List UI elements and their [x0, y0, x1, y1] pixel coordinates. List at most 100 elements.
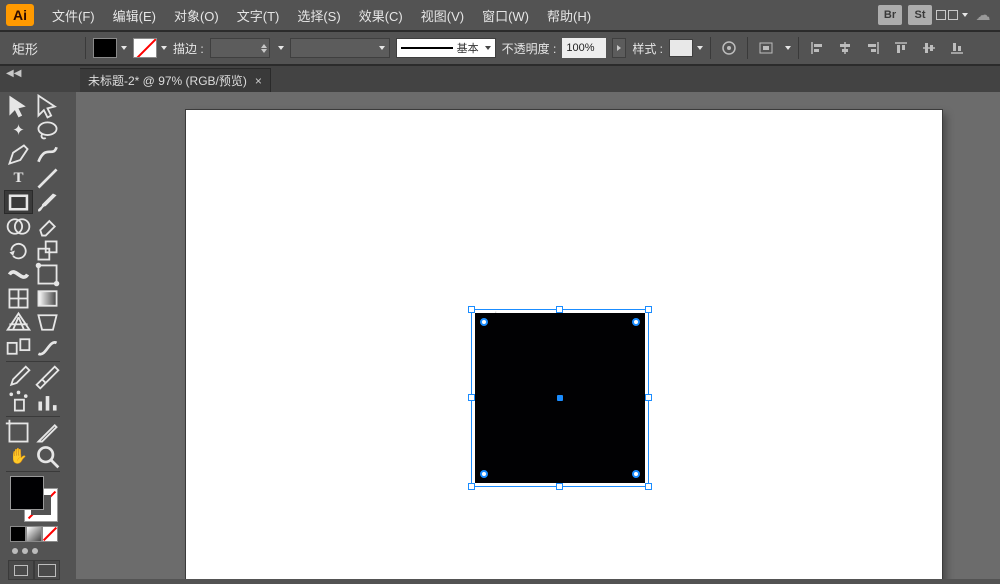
- corner-widget-sw[interactable]: [480, 470, 488, 478]
- gradient-tool[interactable]: [33, 286, 62, 310]
- align-vcenter-icon[interactable]: [918, 38, 940, 58]
- separator: [747, 37, 748, 59]
- column-graph-tool[interactable]: [33, 389, 62, 413]
- perspective-grid-tool[interactable]: [4, 310, 33, 334]
- align-bottom-icon[interactable]: [946, 38, 968, 58]
- none-mode[interactable]: [42, 526, 58, 542]
- stroke-weight-input[interactable]: [210, 38, 270, 58]
- resize-handle-e[interactable]: [645, 394, 652, 401]
- sync-icon[interactable]: ☁: [970, 6, 996, 24]
- separator: [710, 37, 711, 59]
- corner-widget-ne[interactable]: [632, 318, 640, 326]
- corner-widget-nw[interactable]: [480, 318, 488, 326]
- pen-tool[interactable]: [4, 142, 33, 166]
- blend-tool[interactable]: [4, 334, 33, 358]
- magic-wand-tool[interactable]: ✦: [4, 118, 33, 142]
- menu-select[interactable]: 选择(S): [289, 2, 348, 29]
- curvature-tool[interactable]: [33, 142, 62, 166]
- draw-behind-icon[interactable]: [22, 548, 28, 554]
- tool-separator: [6, 471, 60, 472]
- symbol-sprayer-tool[interactable]: [4, 389, 33, 413]
- selection-tool[interactable]: [4, 94, 33, 118]
- fill-stroke-indicator[interactable]: [10, 476, 58, 522]
- menu-type[interactable]: 文字(T): [229, 2, 288, 29]
- menu-effect[interactable]: 效果(C): [351, 2, 411, 29]
- align-right-icon[interactable]: [862, 38, 884, 58]
- main-area: ✦ T: [0, 92, 1000, 579]
- opacity-more[interactable]: [612, 38, 626, 58]
- screen-mode-normal[interactable]: [8, 560, 34, 580]
- menu-help[interactable]: 帮助(H): [539, 2, 599, 29]
- resize-handle-sw[interactable]: [468, 483, 475, 490]
- corner-widget-se[interactable]: [632, 470, 640, 478]
- rectangle-tool[interactable]: [4, 190, 33, 214]
- resize-handle-n[interactable]: [556, 306, 563, 313]
- align-left-icon[interactable]: [806, 38, 828, 58]
- mesh-tool[interactable]: [4, 286, 33, 310]
- bridge-icon[interactable]: Br: [878, 5, 902, 25]
- graphic-style-select[interactable]: [669, 39, 703, 57]
- align-top-icon[interactable]: [890, 38, 912, 58]
- align-hcenter-icon[interactable]: [834, 38, 856, 58]
- free-transform-tool[interactable]: [33, 262, 62, 286]
- fill-color-indicator[interactable]: [10, 476, 44, 510]
- draw-inside-icon[interactable]: [32, 548, 38, 554]
- warp-tool[interactable]: [33, 334, 62, 358]
- slice-tool[interactable]: [33, 420, 62, 444]
- lasso-tool[interactable]: [33, 118, 62, 142]
- resize-handle-se[interactable]: [645, 483, 652, 490]
- fill-swatch[interactable]: [93, 38, 117, 58]
- chevron-down-icon[interactable]: [278, 46, 284, 50]
- menu-file[interactable]: 文件(F): [44, 2, 103, 29]
- stock-icon[interactable]: St: [908, 5, 932, 25]
- opacity-input[interactable]: 100%: [562, 38, 606, 58]
- measure-tool[interactable]: [33, 365, 62, 389]
- chevron-down-icon: [121, 46, 127, 50]
- menu-view[interactable]: 视图(V): [413, 2, 472, 29]
- gradient-mode[interactable]: [26, 526, 42, 542]
- shape-builder-tool[interactable]: [4, 214, 33, 238]
- brush-definition-select[interactable]: 基本: [396, 38, 496, 58]
- stroke-control[interactable]: [133, 38, 167, 58]
- zoom-tool[interactable]: [33, 444, 62, 468]
- hand-tool[interactable]: ✋: [4, 444, 33, 468]
- panel-collapse-icon[interactable]: ◀◀: [6, 68, 21, 79]
- recolor-artwork-icon[interactable]: [718, 38, 740, 58]
- width-tool[interactable]: [4, 262, 33, 286]
- menu-edit[interactable]: 编辑(E): [105, 2, 164, 29]
- menu-window[interactable]: 窗口(W): [474, 2, 537, 29]
- chevron-down-icon[interactable]: [785, 46, 791, 50]
- screen-mode-row: [8, 560, 62, 580]
- screen-mode-full[interactable]: [34, 560, 60, 580]
- selected-rectangle[interactable]: [471, 309, 649, 487]
- arrange-documents-icon[interactable]: [936, 10, 968, 20]
- resize-handle-ne[interactable]: [645, 306, 652, 313]
- solid-color-mode[interactable]: [10, 526, 26, 542]
- stroke-profile-select[interactable]: [290, 38, 390, 58]
- fill-control[interactable]: [93, 38, 127, 58]
- artboard-tool[interactable]: [4, 420, 33, 444]
- toolbox: ✦ T: [2, 92, 64, 584]
- type-tool[interactable]: T: [4, 166, 33, 190]
- resize-handle-s[interactable]: [556, 483, 563, 490]
- chevron-down-icon: [161, 46, 167, 50]
- document-tab[interactable]: 未标题-2* @ 97% (RGB/预览) ×: [80, 68, 271, 92]
- canvas[interactable]: stem.com: [76, 92, 1000, 579]
- perspective-selection-tool[interactable]: [33, 310, 62, 334]
- draw-mode-row: [12, 548, 62, 554]
- close-icon[interactable]: ×: [255, 74, 262, 88]
- paintbrush-tool[interactable]: [33, 190, 62, 214]
- stroke-swatch[interactable]: [133, 38, 157, 58]
- draw-normal-icon[interactable]: [12, 548, 18, 554]
- eraser-tool[interactable]: [33, 214, 62, 238]
- center-point[interactable]: [557, 395, 563, 401]
- align-to-selection-icon[interactable]: [755, 38, 777, 58]
- rotate-tool[interactable]: [4, 238, 33, 262]
- scale-tool[interactable]: [33, 238, 62, 262]
- line-tool[interactable]: [33, 166, 62, 190]
- resize-handle-nw[interactable]: [468, 306, 475, 313]
- resize-handle-w[interactable]: [468, 394, 475, 401]
- menu-object[interactable]: 对象(O): [166, 2, 227, 29]
- direct-selection-tool[interactable]: [33, 94, 62, 118]
- eyedropper-tool[interactable]: [4, 365, 33, 389]
